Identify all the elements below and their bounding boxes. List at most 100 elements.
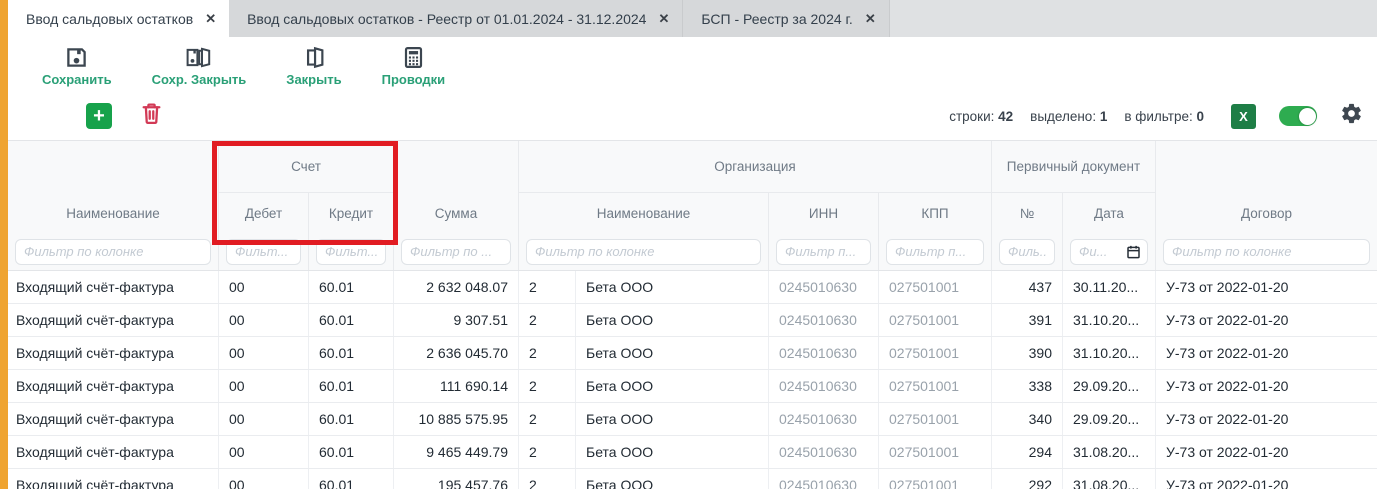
- column-header-debit[interactable]: Дебет: [218, 193, 308, 233]
- column-header-credit[interactable]: Кредит: [308, 193, 393, 233]
- cell-inn[interactable]: 0245010630: [768, 370, 878, 402]
- cell-sum[interactable]: 9 465 449.79: [393, 436, 518, 468]
- cell-org_code[interactable]: 2: [518, 337, 575, 369]
- cell-doc_name[interactable]: Входящий счёт-фактура: [8, 436, 218, 468]
- cell-org_code[interactable]: 2: [518, 403, 575, 435]
- cell-sum[interactable]: 10 885 575.95: [393, 403, 518, 435]
- cell-org_name[interactable]: Бета ООО: [575, 403, 768, 435]
- cell-inn[interactable]: 0245010630: [768, 403, 878, 435]
- cell-debit[interactable]: 00: [218, 271, 308, 303]
- column-header-date[interactable]: Дата: [1062, 193, 1155, 233]
- cell-inn[interactable]: 0245010630: [768, 436, 878, 468]
- cell-number[interactable]: 437: [991, 271, 1062, 303]
- cell-number[interactable]: 292: [991, 469, 1062, 489]
- cell-contract[interactable]: У-73 от 2022-01-20: [1155, 469, 1377, 489]
- toolbar-button-save-close[interactable]: Сохр. Закрыть: [144, 42, 255, 87]
- cell-doc_name[interactable]: Входящий счёт-фактура: [8, 469, 218, 489]
- cell-kpp[interactable]: 027501001: [878, 436, 991, 468]
- cell-credit[interactable]: 60.01: [308, 436, 393, 468]
- cell-credit[interactable]: 60.01: [308, 271, 393, 303]
- table-row[interactable]: Входящий счёт-фактура0060.0110 885 575.9…: [8, 403, 1377, 436]
- cell-credit[interactable]: 60.01: [308, 304, 393, 336]
- cell-doc_name[interactable]: Входящий счёт-фактура: [8, 304, 218, 336]
- cell-contract[interactable]: У-73 от 2022-01-20: [1155, 370, 1377, 402]
- cell-date[interactable]: 31.10.20...: [1062, 337, 1155, 369]
- filter-input-org[interactable]: [526, 239, 761, 265]
- cell-debit[interactable]: 00: [218, 469, 308, 489]
- table-row[interactable]: Входящий счёт-фактура0060.01111 690.142Б…: [8, 370, 1377, 403]
- cell-sum[interactable]: 2 636 045.70: [393, 337, 518, 369]
- cell-kpp[interactable]: 027501001: [878, 271, 991, 303]
- table-row[interactable]: Входящий счёт-фактура0060.01195 457.762Б…: [8, 469, 1377, 489]
- cell-number[interactable]: 340: [991, 403, 1062, 435]
- tab-close-icon[interactable]: ✕: [205, 12, 216, 25]
- cell-date[interactable]: 31.08.20...: [1062, 436, 1155, 468]
- cell-kpp[interactable]: 027501001: [878, 370, 991, 402]
- cell-contract[interactable]: У-73 от 2022-01-20: [1155, 403, 1377, 435]
- cell-debit[interactable]: 00: [218, 436, 308, 468]
- cell-org_code[interactable]: 2: [518, 370, 575, 402]
- cell-org_name[interactable]: Бета ООО: [575, 304, 768, 336]
- cell-date[interactable]: 30.11.20...: [1062, 271, 1155, 303]
- toolbar-button-save[interactable]: Сохранить: [34, 42, 120, 87]
- column-header-inn[interactable]: ИНН: [768, 193, 878, 233]
- cell-number[interactable]: 391: [991, 304, 1062, 336]
- cell-credit[interactable]: 60.01: [308, 469, 393, 489]
- cell-number[interactable]: 390: [991, 337, 1062, 369]
- cell-doc_name[interactable]: Входящий счёт-фактура: [8, 337, 218, 369]
- cell-debit[interactable]: 00: [218, 370, 308, 402]
- cell-number[interactable]: 338: [991, 370, 1062, 402]
- cell-debit[interactable]: 00: [218, 304, 308, 336]
- cell-org_code[interactable]: 2: [518, 469, 575, 489]
- tab-close-icon[interactable]: ✕: [865, 12, 876, 25]
- filter-input-kpp[interactable]: [886, 239, 984, 265]
- calendar-icon[interactable]: [1126, 244, 1141, 259]
- add-row-button[interactable]: +: [86, 103, 112, 129]
- column-header-kpp[interactable]: КПП: [878, 193, 991, 233]
- cell-doc_name[interactable]: Входящий счёт-фактура: [8, 370, 218, 402]
- grid-toggle-switch[interactable]: [1279, 106, 1317, 126]
- cell-kpp[interactable]: 027501001: [878, 337, 991, 369]
- tab-close-icon[interactable]: ✕: [658, 12, 669, 25]
- cell-contract[interactable]: У-73 от 2022-01-20: [1155, 436, 1377, 468]
- filter-input-debit[interactable]: [226, 239, 301, 265]
- cell-org_name[interactable]: Бета ООО: [575, 370, 768, 402]
- cell-org_name[interactable]: Бета ООО: [575, 271, 768, 303]
- filter-input-credit[interactable]: [316, 239, 386, 265]
- cell-credit[interactable]: 60.01: [308, 403, 393, 435]
- column-header-contract[interactable]: Договор: [1155, 141, 1377, 233]
- cell-org_code[interactable]: 2: [518, 304, 575, 336]
- cell-inn[interactable]: 0245010630: [768, 271, 878, 303]
- column-header-doc_name[interactable]: Наименование: [8, 141, 218, 233]
- cell-date[interactable]: 29.09.20...: [1062, 370, 1155, 402]
- table-row[interactable]: Входящий счёт-фактура0060.019 307.512Бет…: [8, 304, 1377, 337]
- filter-input-contract[interactable]: [1163, 239, 1370, 265]
- table-row[interactable]: Входящий счёт-фактура0060.012 636 045.70…: [8, 337, 1377, 370]
- table-row[interactable]: Входящий счёт-фактура0060.019 465 449.79…: [8, 436, 1377, 469]
- cell-org_code[interactable]: 2: [518, 436, 575, 468]
- cell-kpp[interactable]: 027501001: [878, 304, 991, 336]
- column-header-sum[interactable]: Сумма: [393, 141, 518, 233]
- cell-credit[interactable]: 60.01: [308, 370, 393, 402]
- cell-inn[interactable]: 0245010630: [768, 337, 878, 369]
- tab-1[interactable]: Ввод сальдовых остатков - Реестр от 01.0…: [229, 0, 683, 37]
- settings-button[interactable]: [1340, 102, 1363, 130]
- cell-kpp[interactable]: 027501001: [878, 403, 991, 435]
- cell-org_code[interactable]: 2: [518, 271, 575, 303]
- filter-input-sum[interactable]: [401, 239, 511, 265]
- filter-input-doc_name[interactable]: [15, 239, 211, 265]
- toolbar-button-postings[interactable]: Проводки: [374, 42, 454, 87]
- cell-date[interactable]: 31.08.20...: [1062, 469, 1155, 489]
- table-row[interactable]: Входящий счёт-фактура0060.012 632 048.07…: [8, 271, 1377, 304]
- cell-sum[interactable]: 111 690.14: [393, 370, 518, 402]
- column-header-org[interactable]: Наименование: [518, 193, 768, 233]
- cell-kpp[interactable]: 027501001: [878, 469, 991, 489]
- cell-debit[interactable]: 00: [218, 403, 308, 435]
- filter-input-number[interactable]: [999, 239, 1055, 265]
- cell-org_name[interactable]: Бета ООО: [575, 436, 768, 468]
- cell-credit[interactable]: 60.01: [308, 337, 393, 369]
- tab-0[interactable]: Ввод сальдовых остатков✕: [8, 0, 229, 37]
- cell-sum[interactable]: 2 632 048.07: [393, 271, 518, 303]
- cell-date[interactable]: 31.10.20...: [1062, 304, 1155, 336]
- cell-org_name[interactable]: Бета ООО: [575, 469, 768, 489]
